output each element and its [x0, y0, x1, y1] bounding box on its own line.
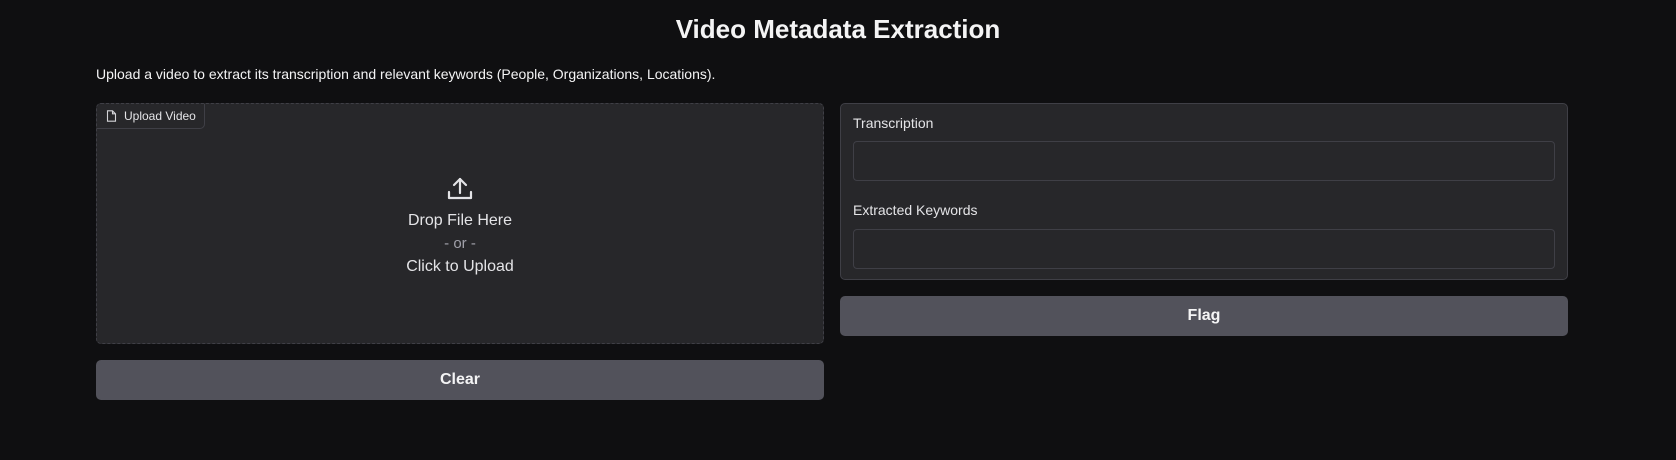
- or-separator: - or -: [444, 235, 476, 252]
- page-title: Video Metadata Extraction: [675, 14, 1001, 44]
- transcription-field[interactable]: [853, 141, 1555, 181]
- extracted-keywords-field[interactable]: [853, 229, 1555, 269]
- flag-button[interactable]: Flag: [840, 296, 1568, 336]
- upload-video-label-text: Upload Video: [124, 109, 196, 123]
- extracted-keywords-label: Extracted Keywords: [853, 202, 978, 218]
- upload-icon: [447, 176, 473, 202]
- dropzone-content[interactable]: Drop File Here - or - Click to Upload: [97, 176, 823, 277]
- file-icon: [106, 110, 117, 122]
- upload-video-label: Upload Video: [97, 104, 205, 129]
- drop-file-text: Drop File Here: [407, 212, 513, 229]
- click-to-upload-text[interactable]: Click to Upload: [97, 257, 823, 277]
- clear-button[interactable]: Clear: [96, 360, 824, 400]
- transcription-label: Transcription: [853, 115, 934, 131]
- page-description: Upload a video to extract its transcript…: [96, 66, 716, 82]
- output-panel: Transcription Extracted Keywords: [840, 103, 1568, 280]
- video-upload-dropzone[interactable]: Upload Video Drop File Here - or - Click…: [96, 103, 824, 344]
